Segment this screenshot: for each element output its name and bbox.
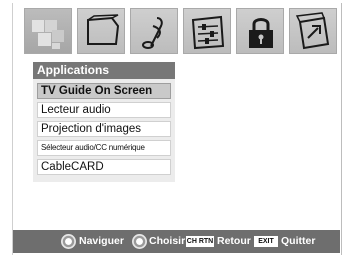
exit-label: Quitter [281, 235, 316, 247]
panel-title: Applications [33, 62, 175, 79]
tab-locks[interactable] [236, 8, 284, 54]
tab-preferences[interactable] [183, 8, 231, 54]
sliders-icon [191, 15, 225, 50]
ch-rtn-key-icon: CH RTN [186, 236, 214, 247]
button-legend-bar: Naviguer Choisir CH RTN Retour EXIT Quit… [13, 230, 340, 253]
tab-audio[interactable] [130, 8, 178, 54]
exit-key-icon: EXIT [254, 236, 278, 247]
menu-item-digital-audio-selector[interactable]: Sélecteur audio/CC numérique [37, 140, 171, 156]
menu-tab-bar [24, 8, 339, 56]
menu-item-picture-viewer[interactable]: Projection d'images [37, 121, 171, 137]
applications-panel: Applications TV Guide On Screen Lecteur … [33, 62, 175, 182]
navigate-label: Naviguer [79, 235, 124, 247]
lock-icon [249, 18, 273, 48]
menu-item-cablecard[interactable]: CableCARD [37, 159, 171, 175]
music-note-icon [142, 17, 163, 49]
back-label: Retour [217, 235, 251, 247]
picture-icon [87, 14, 120, 45]
tab-setup[interactable] [289, 8, 337, 54]
navigate-ring-icon [61, 234, 76, 249]
setup-icon [295, 12, 330, 50]
tab-picture[interactable] [77, 8, 125, 54]
select-ring-icon [132, 234, 147, 249]
tab-applications[interactable] [24, 8, 72, 54]
select-label: Choisir [149, 235, 186, 247]
apps-icon [32, 20, 64, 49]
menu-item-tv-guide[interactable]: TV Guide On Screen [37, 83, 171, 99]
menu-item-audio-player[interactable]: Lecteur audio [37, 102, 171, 118]
